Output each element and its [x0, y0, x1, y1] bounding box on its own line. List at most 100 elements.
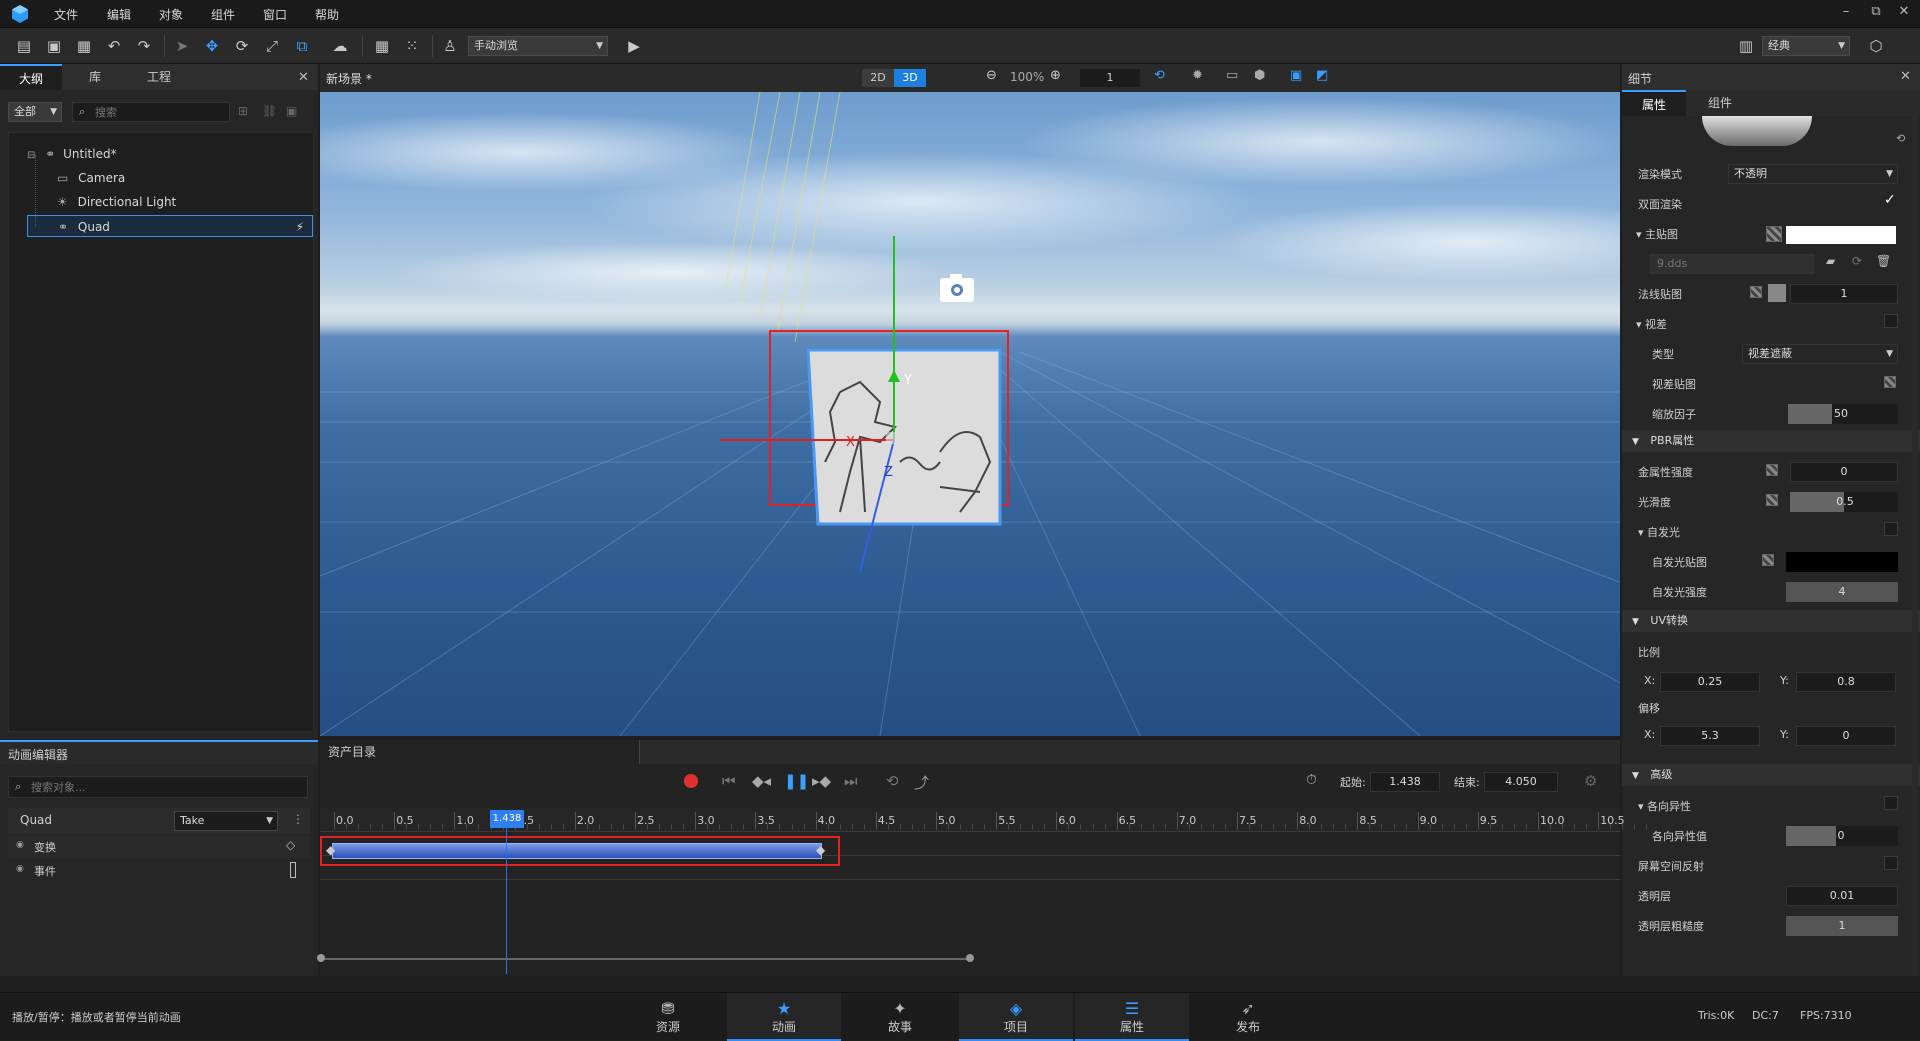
double-side-checkbox[interactable]: ✓ [1884, 192, 1896, 208]
anim-search-box[interactable]: ⌕ [8, 776, 308, 798]
tab-outline[interactable]: 大纲 [0, 64, 62, 90]
menu-edit[interactable]: 编辑 [107, 6, 131, 23]
layout-dropdown[interactable]: 经典 ▼ [1762, 36, 1850, 56]
lock-icon[interactable]: ▣ [286, 104, 297, 118]
tree-item-quad[interactable]: ⚭ Quad ⚡ [27, 215, 313, 237]
scale-tool-icon[interactable]: ⤢ [262, 36, 282, 56]
emissive-tex-icon[interactable] [1762, 554, 1774, 566]
main-tex-thumbnail[interactable] [1766, 226, 1782, 242]
emissive-color-swatch[interactable] [1786, 552, 1898, 572]
track-transform[interactable]: ◉ 变换 ◇ [8, 836, 310, 858]
metal-tex-icon[interactable] [1766, 464, 1778, 476]
zoom-out-icon[interactable]: ⊖ [986, 68, 997, 83]
camera-gizmo-icon[interactable] [940, 274, 974, 302]
bottom-tab-properties[interactable]: ☰ 属性 [1075, 993, 1189, 1041]
take-dropdown[interactable]: Take ▼ [174, 811, 278, 831]
event-marker-icon[interactable] [290, 862, 296, 878]
eye-icon[interactable]: ◉ [16, 840, 24, 850]
normal-tex-icon[interactable] [1750, 286, 1762, 298]
expand-arrow-icon[interactable]: ▾ [1636, 318, 1645, 331]
emissive-strength-slider[interactable]: 4 [1786, 582, 1898, 602]
main-tex-color-swatch[interactable] [1786, 226, 1896, 244]
settings-hex-icon[interactable]: ⬡ [1866, 36, 1886, 56]
expand-all-icon[interactable]: ⊞ [238, 104, 248, 118]
sync-icon[interactable]: ⟲ [1154, 68, 1165, 83]
bottom-tab-project[interactable]: ◈ 项目 [959, 993, 1073, 1041]
camera-count-input[interactable]: 1 [1080, 69, 1140, 87]
keyframe-diamond-icon[interactable]: ◇ [286, 838, 295, 852]
close-icon[interactable]: ✕ [298, 70, 309, 85]
start-input[interactable]: 1.438 [1370, 772, 1440, 792]
snap-grid-icon[interactable]: ⁙ [402, 36, 422, 56]
transform-tool-icon[interactable]: ⧉ [292, 36, 312, 56]
layout-icon[interactable]: ▥ [1736, 36, 1756, 56]
clearcoat-input[interactable]: 0.01 [1786, 886, 1898, 906]
pbr-section-header[interactable]: ▼ PBR属性 [1622, 430, 1920, 452]
zoom-in-icon[interactable]: ⊕ [1050, 68, 1061, 83]
parallax-tex-icon[interactable] [1884, 376, 1896, 388]
animation-clip-bar[interactable] [332, 843, 822, 859]
offset-y-input[interactable]: 0 [1796, 726, 1896, 746]
tab-components[interactable]: 组件 [1688, 90, 1752, 116]
new-file-icon[interactable]: ▤ [14, 36, 34, 56]
tree-item-directional-light[interactable]: ☀ Directional Light [57, 191, 307, 213]
gizmo-plane-handle[interactable] [886, 432, 904, 444]
save-icon[interactable]: ▣ [44, 36, 64, 56]
move-tool-icon[interactable]: ✥ [202, 36, 222, 56]
stats-icon[interactable]: ◩ [1316, 68, 1328, 83]
view-mode-dropdown[interactable]: 手动浏览 ▼ [468, 36, 608, 56]
minimize-button[interactable]: – [1836, 4, 1856, 19]
expand-arrow-icon[interactable]: ▾ [1636, 228, 1645, 241]
scrollbar-handle[interactable] [317, 954, 325, 962]
rotate-tool-icon[interactable]: ⟳ [232, 36, 252, 56]
bottom-tab-assets[interactable]: ⛃ 资源 [611, 993, 725, 1041]
track-event[interactable]: ◉ 事件 [8, 860, 310, 882]
tree-item-untitled[interactable]: ⊟ ⚭ Untitled* [27, 143, 307, 165]
emissive-checkbox[interactable] [1884, 522, 1898, 536]
bottom-tab-publish[interactable]: ➶ 发布 [1191, 993, 1305, 1041]
menu-file[interactable]: 文件 [54, 6, 78, 23]
bottom-tab-animation[interactable]: ★ 动画 [727, 993, 841, 1041]
smooth-slider[interactable]: 0.5 [1790, 492, 1898, 512]
playhead-time-label[interactable]: 1.438 [490, 810, 524, 828]
uv-section-header[interactable]: ▼ UV转换 [1622, 610, 1920, 632]
timeline-settings-icon[interactable]: ⚙ [1584, 772, 1597, 790]
offset-x-input[interactable]: 5.3 [1660, 726, 1760, 746]
tab-asset-catalog[interactable]: 资产目录 [320, 740, 640, 764]
cube-icon[interactable]: ⬢ [1254, 68, 1265, 83]
cloud-icon[interactable]: ☁ [330, 36, 350, 56]
link-icon[interactable]: ⛓ [262, 104, 277, 118]
prev-key-icon[interactable]: ◆◂ [752, 772, 771, 790]
reload-icon[interactable]: ⟳ [1852, 254, 1862, 268]
scale-y-input[interactable]: 0.8 [1796, 672, 1896, 692]
anim-search-input[interactable] [31, 779, 301, 795]
pause-icon[interactable]: ❚❚ [784, 772, 809, 790]
clearcoat-rough-slider[interactable]: 1 [1786, 916, 1898, 936]
ssr-checkbox[interactable] [1884, 856, 1898, 870]
folder-icon[interactable]: ▰ [1826, 254, 1835, 268]
smooth-tex-icon[interactable] [1766, 494, 1778, 506]
lock-view-icon[interactable]: ▣ [1290, 68, 1302, 83]
mode-3d-button[interactable]: 3D [894, 69, 926, 87]
tab-library[interactable]: 库 [64, 64, 126, 90]
clip-end-keyframe-icon[interactable]: ◆ [816, 843, 825, 857]
restore-button[interactable]: ⧉ [1866, 4, 1886, 19]
scale-x-input[interactable]: 0.25 [1660, 672, 1760, 692]
filter-dropdown[interactable]: 全部 ▼ [8, 102, 62, 122]
loop-icon[interactable]: ⟲ [886, 772, 899, 790]
scrollbar-handle[interactable] [966, 954, 974, 962]
expand-arrow-icon[interactable]: ▾ [1638, 800, 1647, 813]
advanced-section-header[interactable]: ▼ 高级 [1622, 764, 1920, 786]
scene-viewport[interactable]: Y X Z [320, 92, 1620, 736]
scale-factor-slider[interactable]: 50 [1788, 404, 1898, 424]
timeline-scrollbar[interactable] [317, 954, 1620, 964]
normal-tex-value[interactable]: 1 [1790, 284, 1898, 304]
redo-icon[interactable]: ↷ [134, 36, 154, 56]
outline-search-box[interactable]: ⌕ [72, 102, 230, 122]
next-key-icon[interactable]: ▸◆ [812, 772, 831, 790]
select-tool-icon[interactable]: ➤ [172, 36, 192, 56]
parallax-type-dropdown[interactable]: 视差遮蔽 ▼ [1742, 344, 1898, 364]
menu-help[interactable]: 帮助 [315, 6, 339, 23]
mode-2d-button[interactable]: 2D [862, 69, 894, 87]
aniso-checkbox[interactable] [1884, 796, 1898, 810]
